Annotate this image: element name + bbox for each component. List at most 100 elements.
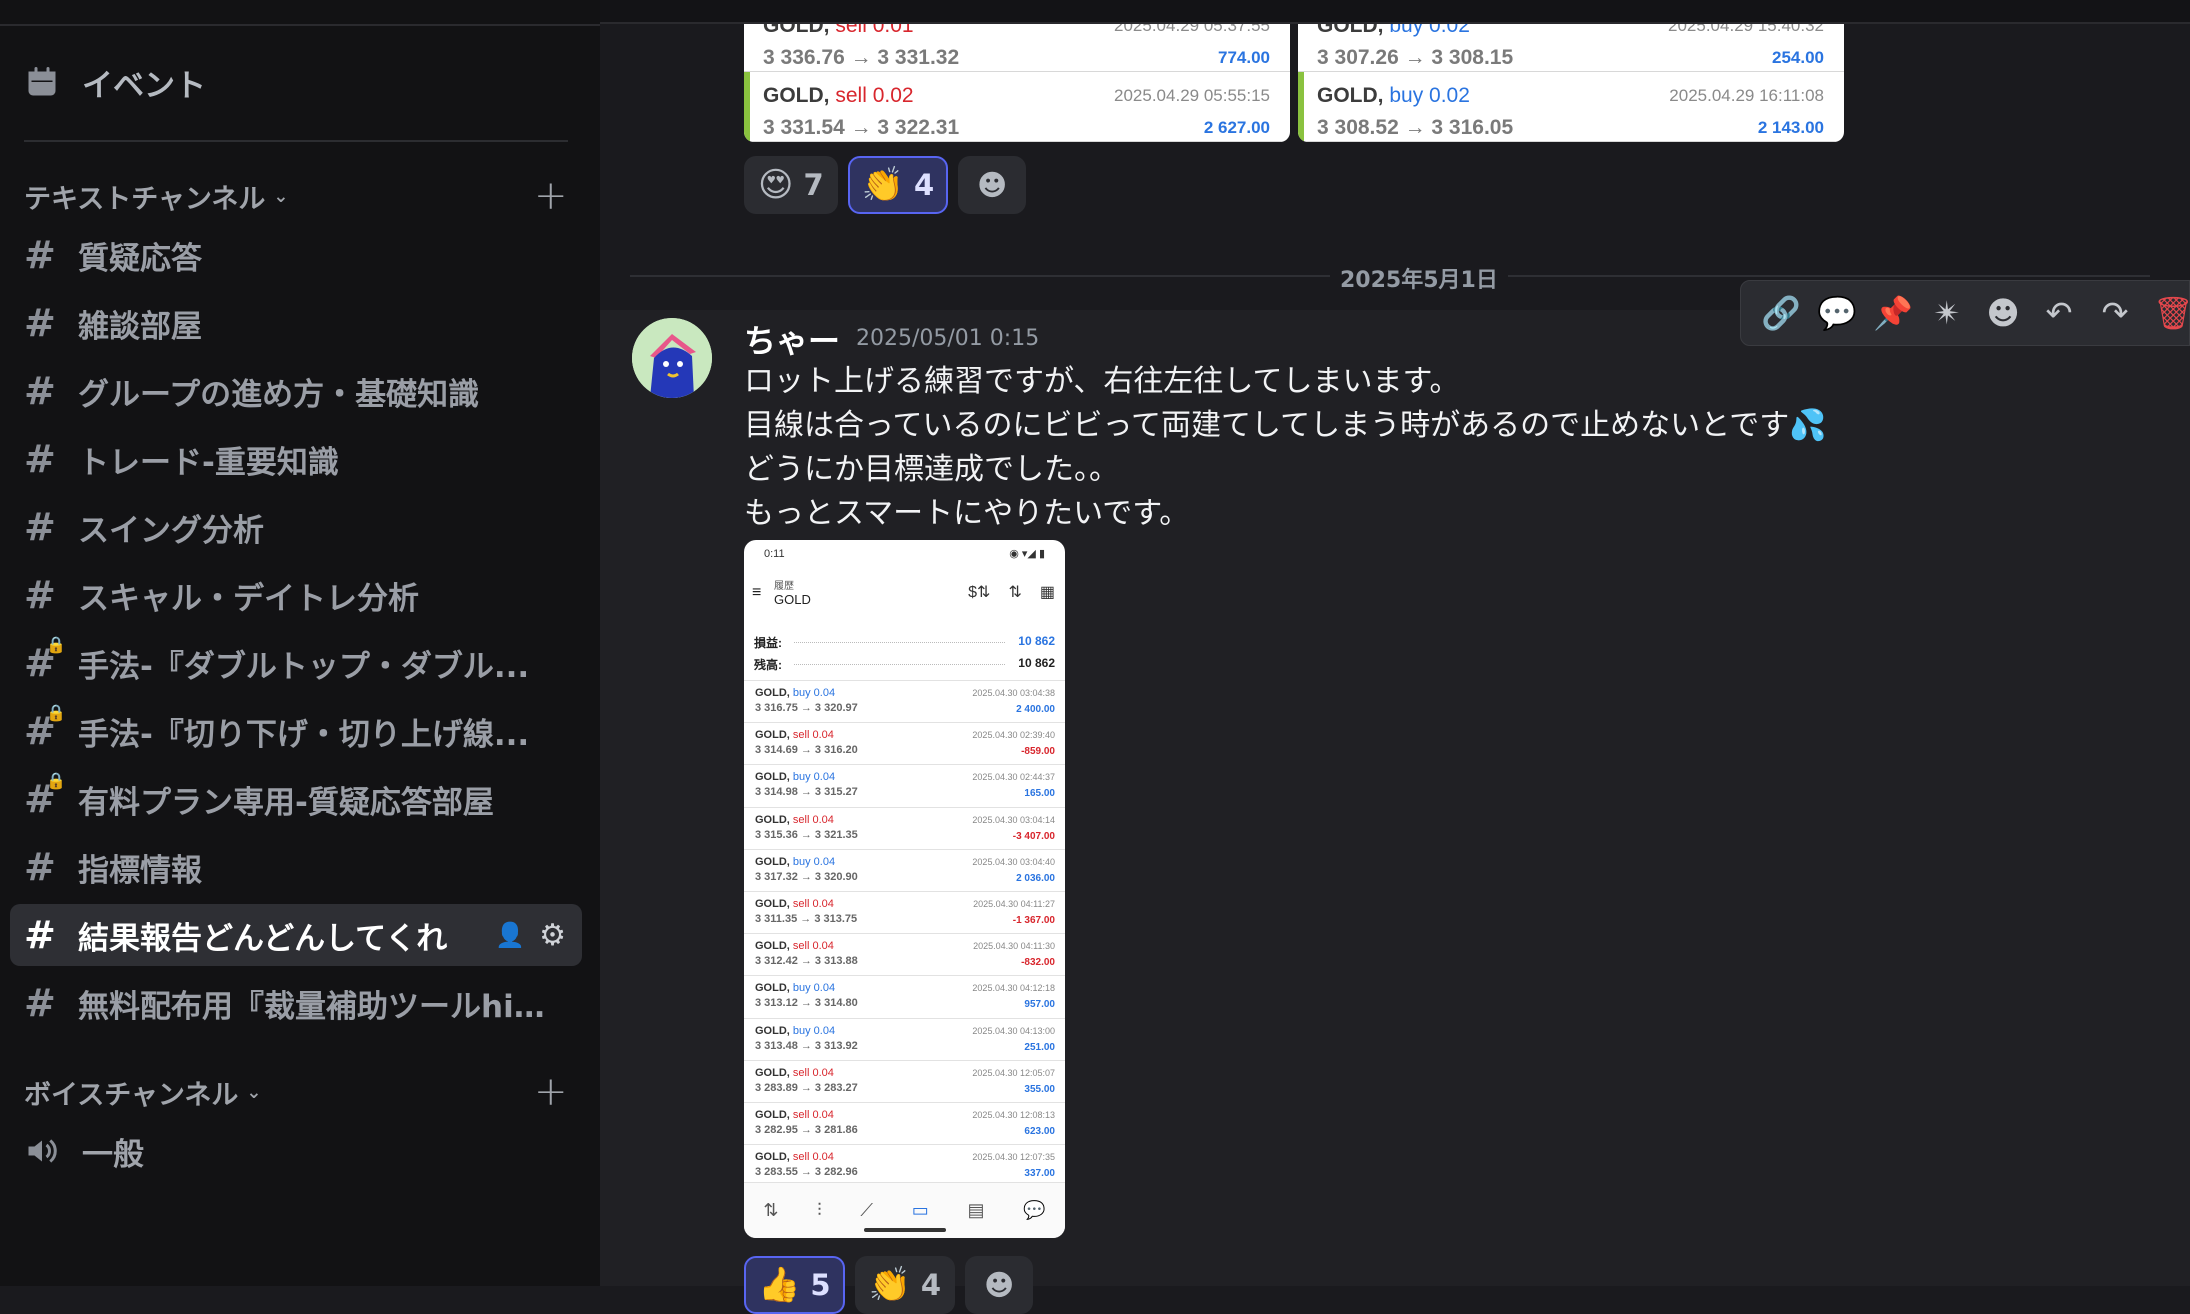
sidebar-channel-label: グループの進め方・基礎知識 — [78, 376, 480, 413]
quotes-icon: ⇅ — [763, 1200, 779, 1220]
messages-icon: 💬 — [1023, 1200, 1046, 1220]
message-action-toolbar: 🔗 💬 📌 ✴ ☻ ↶ ↷ 🗑 — [1740, 280, 2190, 346]
home-indicator — [864, 1228, 946, 1232]
history-row: GOLD, buy 0.04 3 314.98 → 3 315.27 2025.04… — [744, 764, 1065, 806]
reaction-clap[interactable]: 👏 4 — [847, 156, 949, 214]
sidebar-channel[interactable]: # 🔒 手法-『切り下げ・切り上げ線... — [10, 700, 582, 762]
sidebar-channel[interactable]: # トレード-重要知識 — [10, 428, 582, 490]
trade-screenshot-left[interactable]: GOLD, sell 0.01 3 336.76 → 3 331.32 2025.0… — [744, 24, 1290, 142]
add-reaction-button[interactable]: ☻ — [958, 156, 1027, 214]
link-icon[interactable]: 🔗 — [1761, 294, 1801, 332]
category-text-channels[interactable]: テキストチャンネル ⌄ — [24, 178, 288, 215]
history-symbol: GOLD, buy 0.04 — [755, 1024, 836, 1037]
reaction-thumbs-up[interactable]: 👍 5 — [744, 1256, 845, 1314]
sidebar-channel[interactable]: # 無料配布用『裁量補助ツールhi... — [10, 972, 582, 1034]
forward-icon[interactable]: ↷ — [2097, 294, 2133, 332]
history-lot: buy 0.04 — [792, 1024, 836, 1037]
history-profit: -859.00 — [1021, 746, 1055, 758]
sidebar-channel-label: トレード-重要知識 — [78, 444, 339, 481]
hash-icon: # — [24, 845, 56, 889]
hash-icon: # — [24, 369, 56, 413]
sidebar-channel[interactable]: # 🔒 手法-『ダブルトップ・ダブル... — [10, 632, 582, 694]
history-date: 2025.04.30 12:08:13 — [972, 1110, 1055, 1120]
history-prices: 3 316.75 → 3 320.97 — [755, 702, 858, 714]
reaction-count: 4 — [913, 168, 935, 202]
locked-channel-icon: # 🔒 — [24, 771, 66, 821]
react-burst-icon[interactable]: ✴ — [1929, 294, 1965, 332]
sidebar-channel[interactable]: # 雑談部屋 — [10, 292, 582, 354]
trade-date: 2025.04.29 16:11:08 — [1669, 86, 1824, 105]
history-lot: buy 0.04 — [792, 687, 836, 699]
trade-symbol: GOLD, sell 0.01 — [763, 24, 914, 38]
history-symbol: GOLD, sell 0.04 — [755, 729, 834, 742]
reply-icon[interactable]: ↶ — [2041, 294, 2077, 332]
trade-date: 2025.04.29 05:55:15 — [1114, 86, 1270, 105]
reaction-clap[interactable]: 👏 4 — [854, 1256, 956, 1314]
message-timestamp[interactable]: 2025/05/01 0:15 — [856, 326, 1039, 351]
history-profit: 165.00 — [1024, 788, 1055, 800]
sidebar-channel[interactable]: # 指標情報 — [10, 836, 582, 898]
sidebar-item-events[interactable]: イベント — [24, 60, 206, 104]
sidebar-channel[interactable]: # 🔒 有料プラン専用-質疑応答部屋 — [10, 768, 582, 830]
trade-screenshot-right[interactable]: GOLD, buy 0.02 3 307.26 → 3 308.15 2025.04… — [1298, 24, 1844, 142]
message-line: ロット上げる練習ですが、右往左往してしまいます。 — [744, 364, 1460, 399]
sidebar-channel[interactable]: # スイング分析 — [10, 496, 582, 558]
heart-eyes-emoji-icon: 😍 — [758, 165, 794, 205]
trade-symbol: GOLD, buy 0.02 — [1317, 24, 1470, 38]
invite-icon[interactable]: 👤 — [495, 921, 525, 949]
history-date: 2025.04.30 04:12:18 — [972, 983, 1055, 994]
profit-value: 10 862 — [1018, 634, 1055, 648]
thread-icon[interactable]: 💬 — [1817, 294, 1857, 332]
history-date: 2025.04.30 03:04:38 — [972, 688, 1055, 698]
category-label: ボイスチャンネル — [24, 1079, 239, 1111]
gear-icon[interactable]: ⚙ — [539, 918, 566, 953]
attachment-image[interactable]: 0:11 ◉ ▾◢ ▮ ≡ 履歴 GOLD $⇅ ⇅ ▦ 損益: 10 862 残高:… — [744, 540, 1065, 1238]
hash-icon: # — [24, 573, 56, 617]
phone-screen-symbol: GOLD — [774, 592, 811, 607]
sidebar-channel[interactable]: # 質疑応答 — [10, 224, 582, 286]
history-lot: buy 0.04 — [792, 771, 836, 784]
voice-channel-general[interactable]: 一般 — [24, 1126, 144, 1176]
hash-icon: # — [24, 913, 56, 957]
history-prices: 3 313.48 → 3 313.92 — [755, 1039, 858, 1052]
reaction-count: 4 — [920, 1268, 942, 1302]
locked-channel-icon: # 🔒 — [24, 703, 66, 753]
history-symbol: GOLD, sell 0.04 — [755, 940, 834, 953]
add-reaction-button[interactable]: ☻ — [965, 1256, 1034, 1314]
trade-symbol: GOLD, buy 0.02 — [1317, 84, 1470, 107]
trade-prices: 3 307.26 → 3 308.15 — [1317, 46, 1514, 69]
channel-sidebar: イベント テキストチャンネル ⌄ + # 質疑応答 # 雑談部屋 # グループの進め方・基礎… — [0, 0, 600, 1286]
reaction-heart-eyes[interactable]: 😍 7 — [744, 156, 838, 214]
history-symbol: GOLD, buy 0.04 — [755, 982, 836, 995]
history-symbol: GOLD, sell 0.04 — [755, 898, 834, 910]
sidebar-channel[interactable]: # 結果報告どんどんしてくれ 👤 ⚙ — [10, 904, 582, 966]
emoji-icon[interactable]: ☻ — [1985, 294, 2021, 332]
trade-prices: 3 331.54 → 3 322.31 — [763, 116, 960, 139]
history-symbol: GOLD, sell 0.04 — [755, 1109, 834, 1121]
reaction-count: 5 — [810, 1268, 831, 1302]
add-text-channel-button[interactable]: + — [534, 176, 568, 216]
add-voice-channel-button[interactable]: + — [534, 1072, 568, 1112]
category-voice-channels[interactable]: ボイスチャンネル ⌄ — [24, 1074, 261, 1111]
message-author[interactable]: ちゃー — [744, 316, 840, 362]
sidebar-channel[interactable]: # グループの進め方・基礎知識 — [10, 360, 582, 422]
sidebar-channel[interactable]: # スキャル・デイトレ分析 — [10, 564, 582, 626]
hash-icon: # — [24, 437, 56, 481]
history-prices: 3 312.42 → 3 313.88 — [755, 955, 858, 968]
hash-icon: # — [24, 233, 56, 277]
phone-status-icons: ◉ ▾◢ ▮ — [1009, 548, 1045, 560]
balance-label: 残高: — [754, 658, 782, 672]
sidebar-divider — [24, 140, 568, 142]
history-lot: sell 0.04 — [792, 813, 834, 826]
trash-icon[interactable]: 🗑 — [2153, 294, 2190, 332]
sort-icon: ⇅ — [1008, 584, 1022, 601]
calendar-icon — [28, 67, 56, 96]
avatar[interactable] — [632, 318, 712, 398]
add-emoji-icon: ☻ — [983, 1268, 1015, 1302]
history-profit: -3 407.00 — [1012, 830, 1055, 842]
history-profit: 957.00 — [1024, 999, 1055, 1011]
sidebar-channel-label: 手法-『切り下げ・切り上げ線... — [78, 716, 530, 753]
pin-icon[interactable]: 📌 — [1873, 294, 1913, 332]
sidebar-channel-label: 結果報告どんどんしてくれ — [78, 920, 448, 957]
message-line: 目線は合っているのにビビって両建てしてしまう時があるので止めないとです💦 — [744, 408, 1827, 443]
